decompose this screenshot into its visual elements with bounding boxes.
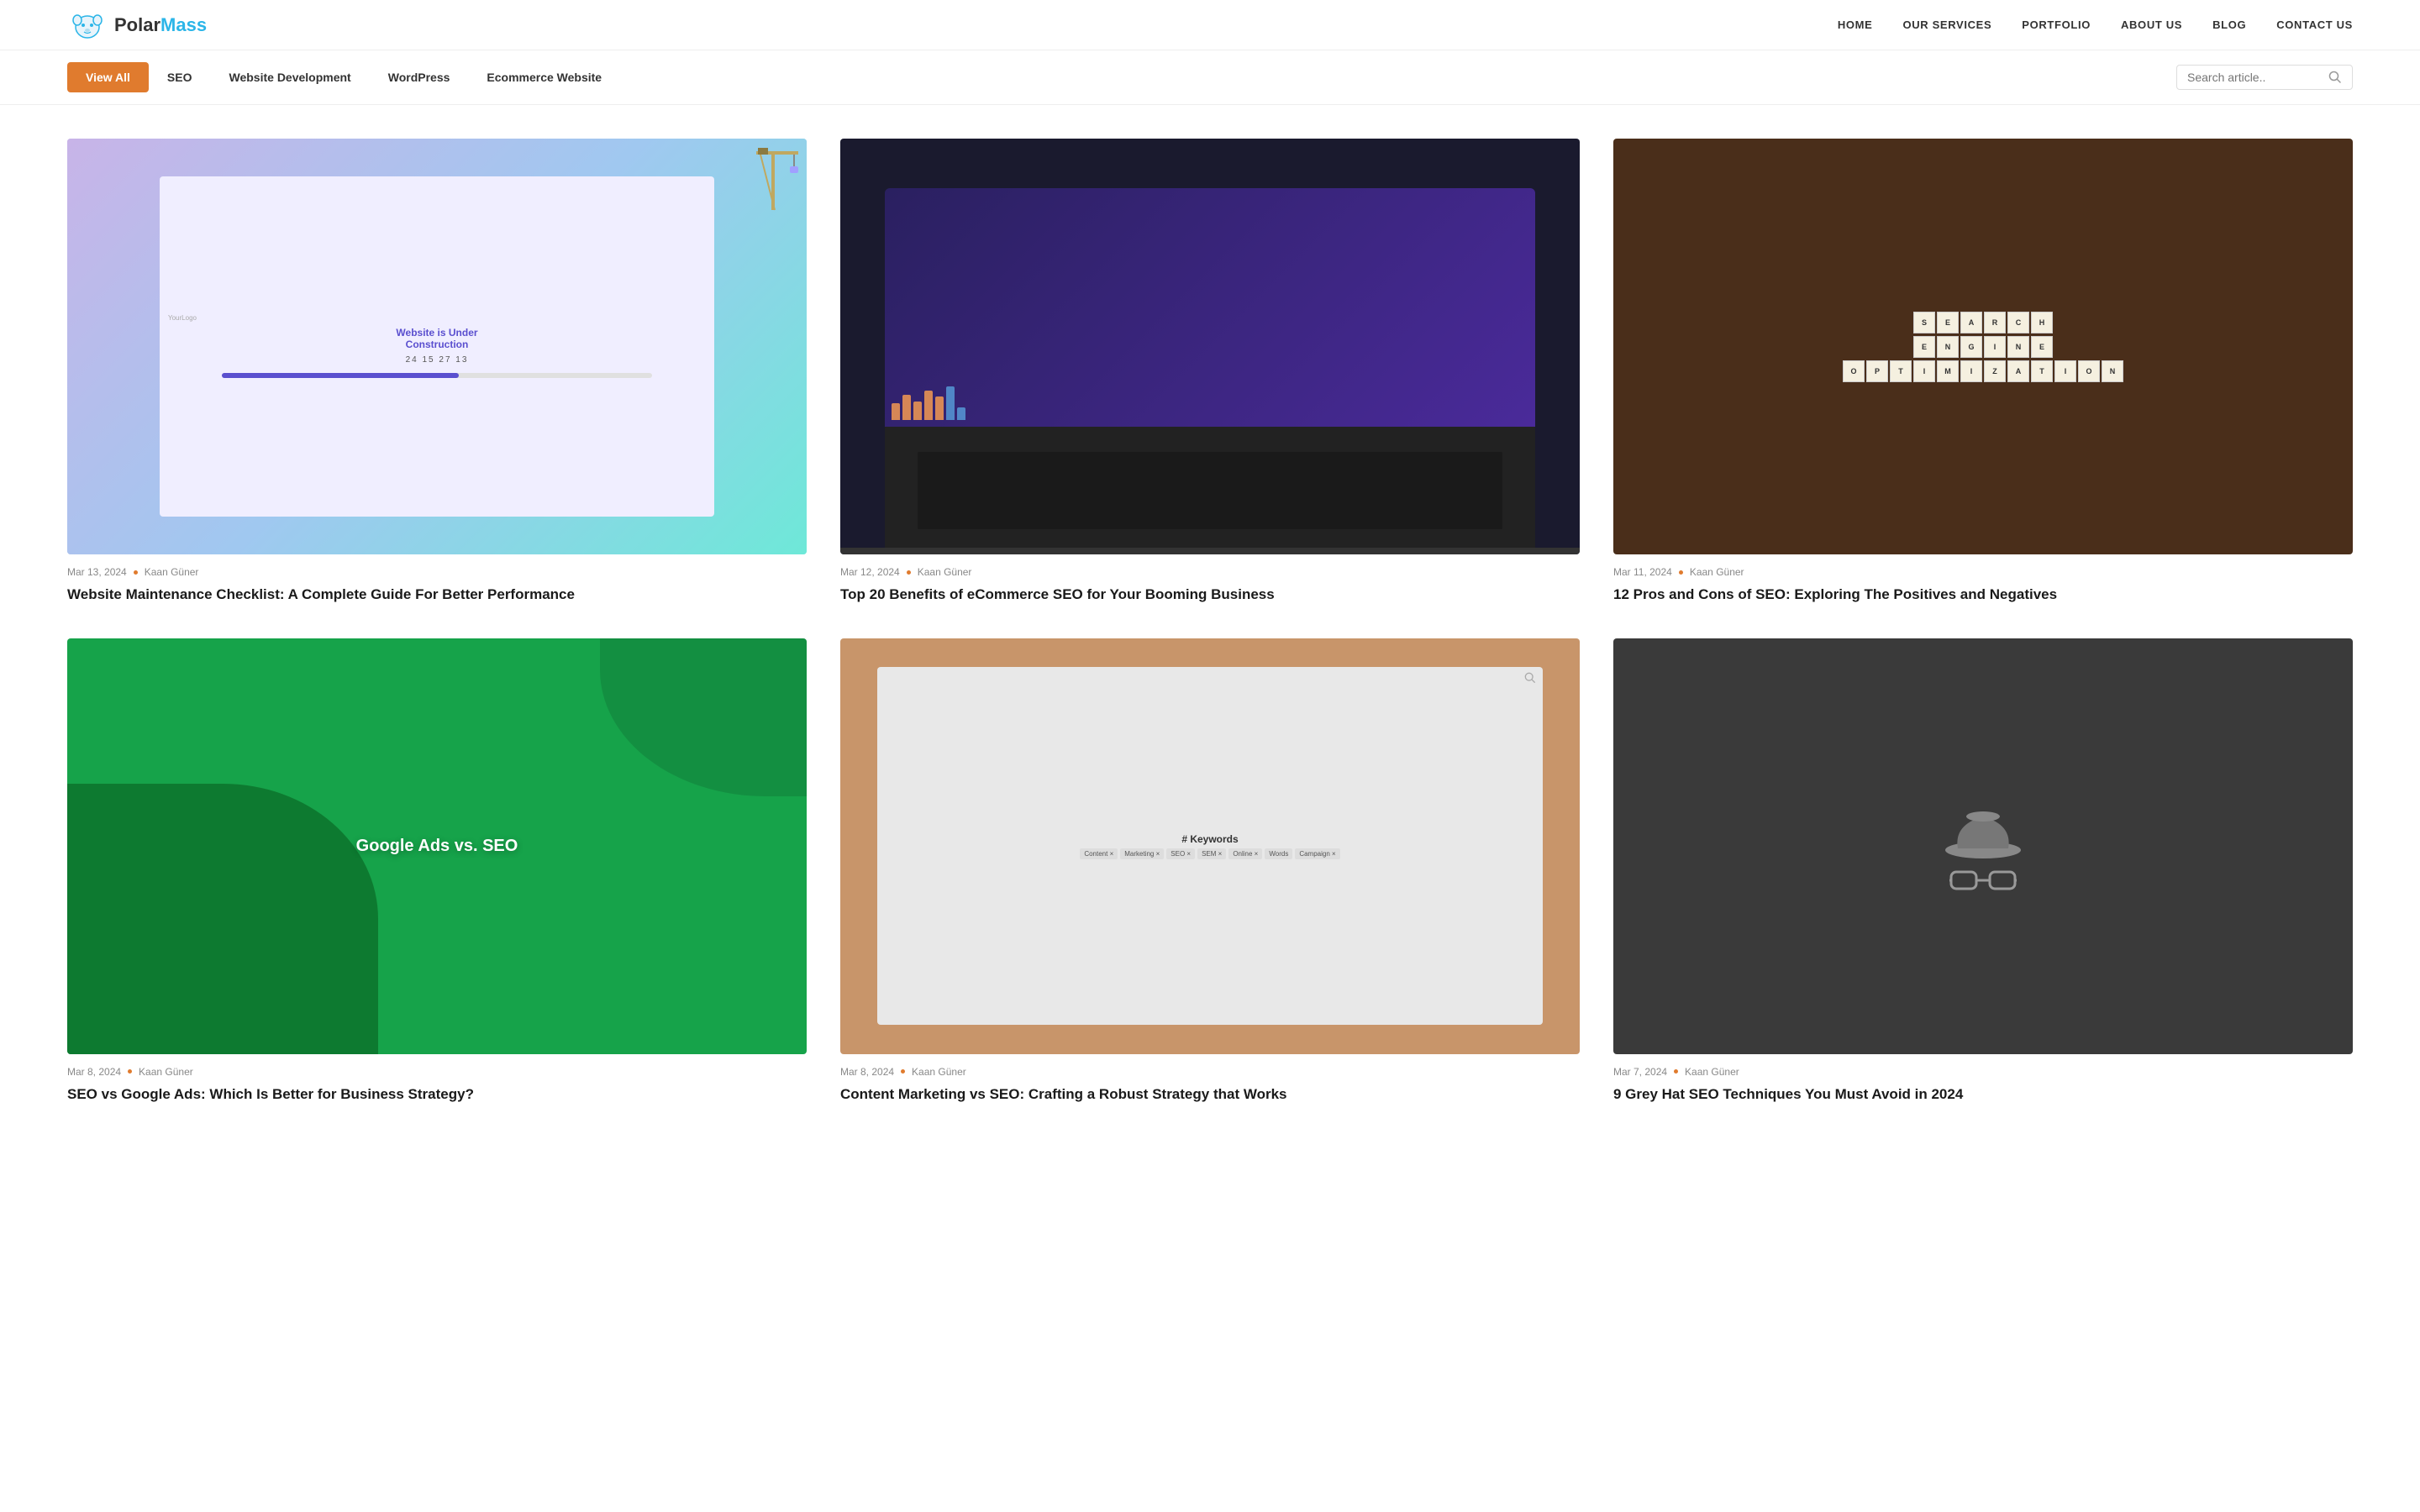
article-meta-2: Mar 12, 2024 Kaan Güner	[840, 566, 1580, 578]
article-thumb-2	[840, 139, 1580, 554]
logo-icon	[67, 8, 108, 42]
google-ads-text: Google Ads vs. SEO	[339, 837, 535, 856]
filter-view-all[interactable]: View All	[67, 62, 149, 92]
article-thumb-3: S E A R C H E N G I N E O	[1613, 139, 2353, 554]
article-thumb-4: Google Ads vs. SEO	[67, 638, 807, 1054]
filter-website-dev[interactable]: Website Development	[211, 62, 370, 92]
article-author-1: Kaan Güner	[145, 566, 199, 578]
nav-contact-us[interactable]: CONTACT US	[2276, 18, 2353, 31]
article-meta-3: Mar 11, 2024 Kaan Güner	[1613, 566, 2353, 578]
article-meta-4: Mar 8, 2024 Kaan Güner	[67, 1066, 807, 1078]
article-author-5: Kaan Güner	[912, 1066, 966, 1078]
logo[interactable]: PolarMass	[67, 8, 207, 42]
nav-home[interactable]: HOME	[1838, 18, 1873, 31]
article-author-2: Kaan Güner	[918, 566, 972, 578]
article-card-6[interactable]: Mar 7, 2024 Kaan Güner 9 Grey Hat SEO Te…	[1613, 638, 2353, 1105]
meta-dot-6	[1674, 1069, 1678, 1074]
nav-portfolio[interactable]: PORTFOLIO	[2022, 18, 2091, 31]
article-date-6: Mar 7, 2024	[1613, 1066, 1667, 1078]
article-title-5[interactable]: Content Marketing vs SEO: Crafting a Rob…	[840, 1084, 1580, 1105]
hat-icon	[1941, 800, 2025, 858]
article-author-4: Kaan Güner	[139, 1066, 193, 1078]
article-title-6[interactable]: 9 Grey Hat SEO Techniques You Must Avoid…	[1613, 1084, 2353, 1105]
logo-text: PolarMass	[114, 14, 207, 36]
article-card-4[interactable]: Google Ads vs. SEO Mar 8, 2024 Kaan Güne…	[67, 638, 807, 1105]
article-author-3: Kaan Güner	[1690, 566, 1744, 578]
header: PolarMass HOME OUR SERVICES PORTFOLIO AB…	[0, 0, 2420, 50]
glasses-icon	[1949, 869, 2017, 892]
meta-dot-1	[134, 570, 138, 575]
article-date-1: Mar 13, 2024	[67, 566, 127, 578]
filter-bar: View All SEO Website Development WordPre…	[0, 50, 2420, 105]
search-input[interactable]	[2187, 71, 2322, 84]
filter-seo[interactable]: SEO	[149, 62, 211, 92]
article-thumb-6	[1613, 638, 2353, 1054]
article-meta-5: Mar 8, 2024 Kaan Güner	[840, 1066, 1580, 1078]
article-card-2[interactable]: Mar 12, 2024 Kaan Güner Top 20 Benefits …	[840, 139, 1580, 605]
nav-links: HOME OUR SERVICES PORTFOLIO ABOUT US BLO…	[1838, 18, 2353, 33]
article-card-1[interactable]: YourLogo Website is UnderConstruction 24…	[67, 139, 807, 605]
article-thumb-1: YourLogo Website is UnderConstruction 24…	[67, 139, 807, 554]
meta-dot-4	[128, 1069, 132, 1074]
meta-dot-2	[907, 570, 911, 575]
search-icon	[2328, 71, 2342, 84]
article-title-3[interactable]: 12 Pros and Cons of SEO: Exploring The P…	[1613, 585, 2353, 605]
search-wrapper	[2176, 65, 2353, 90]
article-date-4: Mar 8, 2024	[67, 1066, 121, 1078]
nav-about-us[interactable]: ABOUT US	[2121, 18, 2182, 31]
article-thumb-5: # Keywords Content × Marketing × SEO × S…	[840, 638, 1580, 1054]
crane-icon	[748, 143, 798, 218]
article-title-1[interactable]: Website Maintenance Checklist: A Complet…	[67, 585, 807, 605]
nav-our-services[interactable]: OUR SERVICES	[1902, 18, 1991, 31]
main-nav: HOME OUR SERVICES PORTFOLIO ABOUT US BLO…	[1838, 18, 2353, 33]
search-icon-thumb	[1524, 672, 1536, 684]
article-author-6: Kaan Güner	[1685, 1066, 1739, 1078]
article-date-5: Mar 8, 2024	[840, 1066, 894, 1078]
construction-image: YourLogo Website is UnderConstruction 24…	[160, 176, 714, 517]
article-meta-1: Mar 13, 2024 Kaan Güner	[67, 566, 807, 578]
article-meta-6: Mar 7, 2024 Kaan Güner	[1613, 1066, 2353, 1078]
article-grid: YourLogo Website is UnderConstruction 24…	[0, 105, 2420, 1138]
article-title-4[interactable]: SEO vs Google Ads: Which Is Better for B…	[67, 1084, 807, 1105]
meta-dot-3	[1679, 570, 1683, 575]
article-date-2: Mar 12, 2024	[840, 566, 900, 578]
article-card-5[interactable]: # Keywords Content × Marketing × SEO × S…	[840, 638, 1580, 1105]
article-card-3[interactable]: S E A R C H E N G I N E O	[1613, 139, 2353, 605]
article-title-2[interactable]: Top 20 Benefits of eCommerce SEO for You…	[840, 585, 1580, 605]
meta-dot-5	[901, 1069, 905, 1074]
article-date-3: Mar 11, 2024	[1613, 566, 1672, 578]
filter-ecommerce[interactable]: Ecommerce Website	[468, 62, 620, 92]
filter-wordpress[interactable]: WordPress	[370, 62, 469, 92]
nav-blog[interactable]: BLOG	[2212, 18, 2246, 31]
